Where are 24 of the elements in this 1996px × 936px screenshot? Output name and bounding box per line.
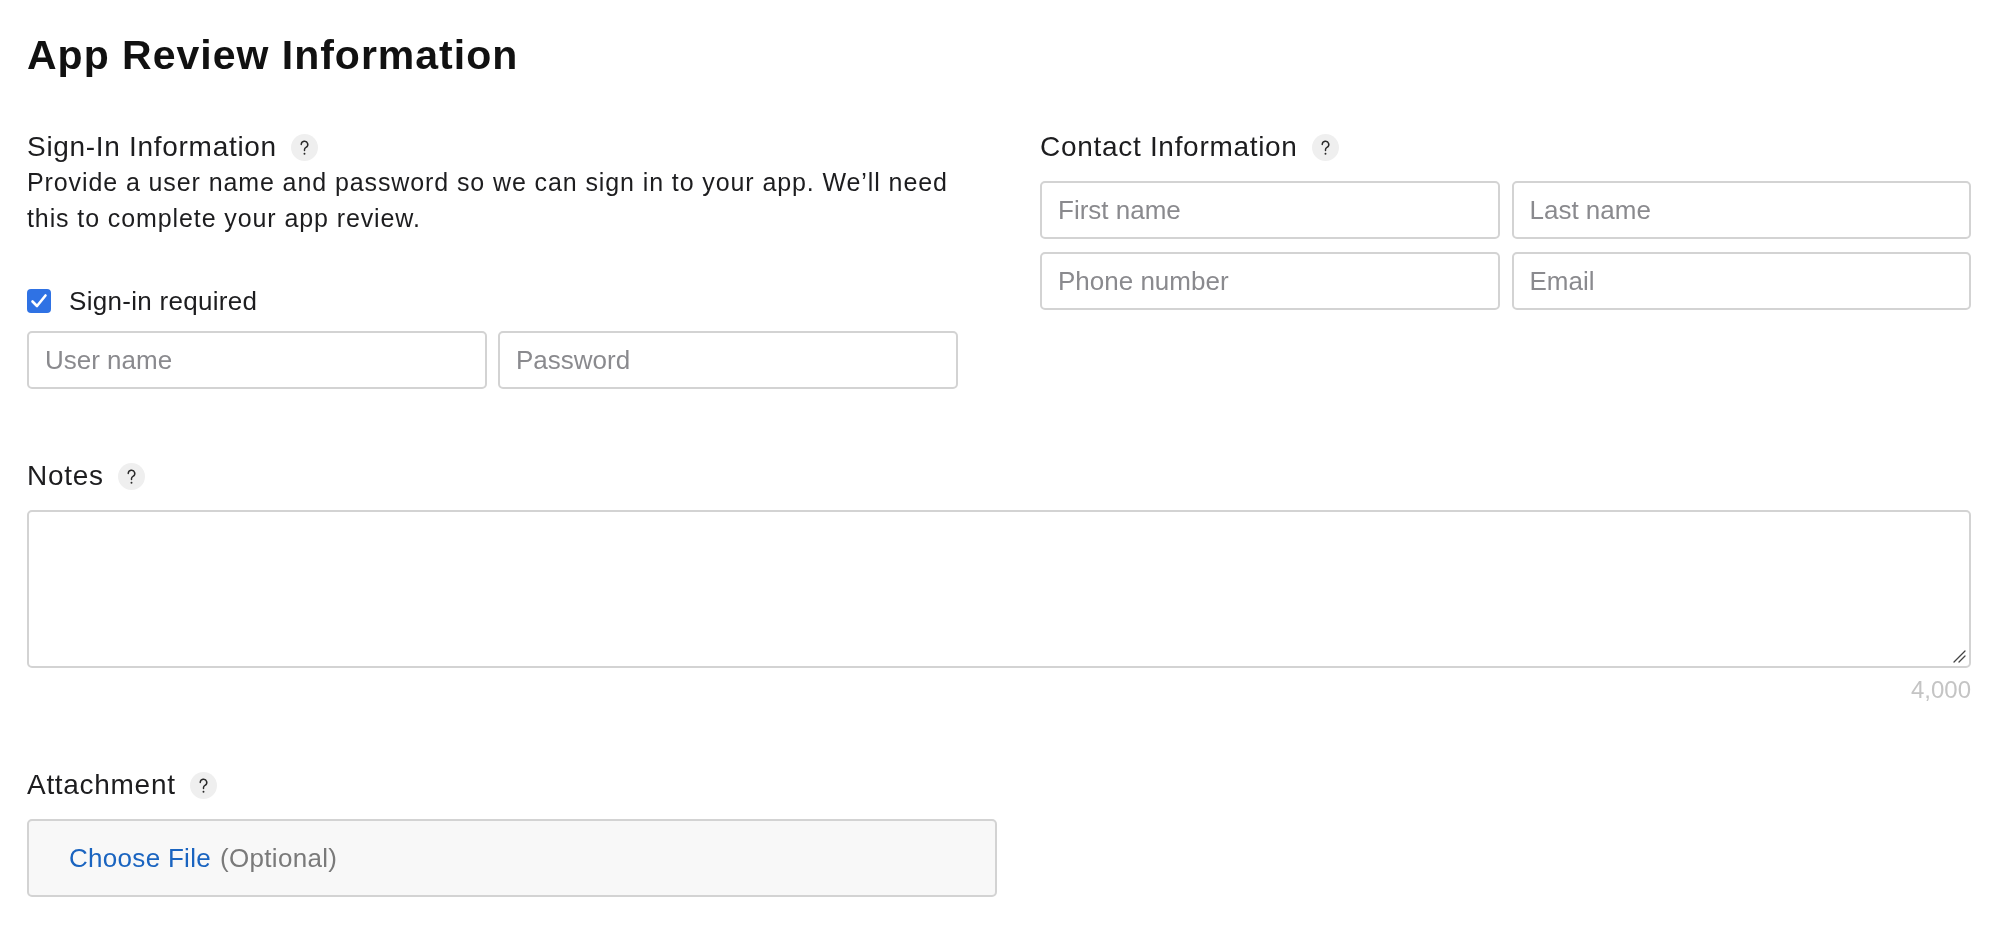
password-field[interactable]: Password bbox=[498, 331, 958, 389]
file-drop-area[interactable]: Choose File (Optional) bbox=[27, 819, 997, 897]
phone-field[interactable]: Phone number bbox=[1040, 252, 1500, 310]
notes-field[interactable] bbox=[27, 510, 1971, 668]
character-count: 4,000 bbox=[1910, 675, 1971, 705]
page-title: App Review Information bbox=[27, 31, 519, 79]
email-field[interactable]: Email bbox=[1511, 252, 1971, 310]
choose-file-link[interactable]: Choose File bbox=[69, 842, 212, 874]
checkbox-label: Sign-in required bbox=[69, 285, 258, 318]
last-name-field[interactable]: Last name bbox=[1511, 181, 1971, 239]
section-heading: Attachment bbox=[27, 768, 176, 802]
help-icon[interactable] bbox=[189, 771, 217, 799]
help-icon[interactable] bbox=[117, 462, 145, 490]
section-heading: Contact Information bbox=[1040, 130, 1298, 164]
first-name-field[interactable]: First name bbox=[1040, 181, 1500, 239]
section-heading: Notes bbox=[27, 459, 104, 493]
resize-grip-icon[interactable] bbox=[1953, 650, 1966, 663]
optional-hint: (Optional) bbox=[220, 842, 338, 874]
username-field[interactable]: User name bbox=[27, 331, 487, 389]
checkbox[interactable] bbox=[27, 289, 51, 313]
description-text: Provide a user name and password so we can sign in to your app. We’ll need this to complete your app review. bbox=[27, 167, 949, 234]
help-icon[interactable] bbox=[1311, 133, 1339, 161]
help-icon[interactable] bbox=[290, 133, 318, 161]
section-heading: Sign-In Information bbox=[27, 130, 277, 164]
